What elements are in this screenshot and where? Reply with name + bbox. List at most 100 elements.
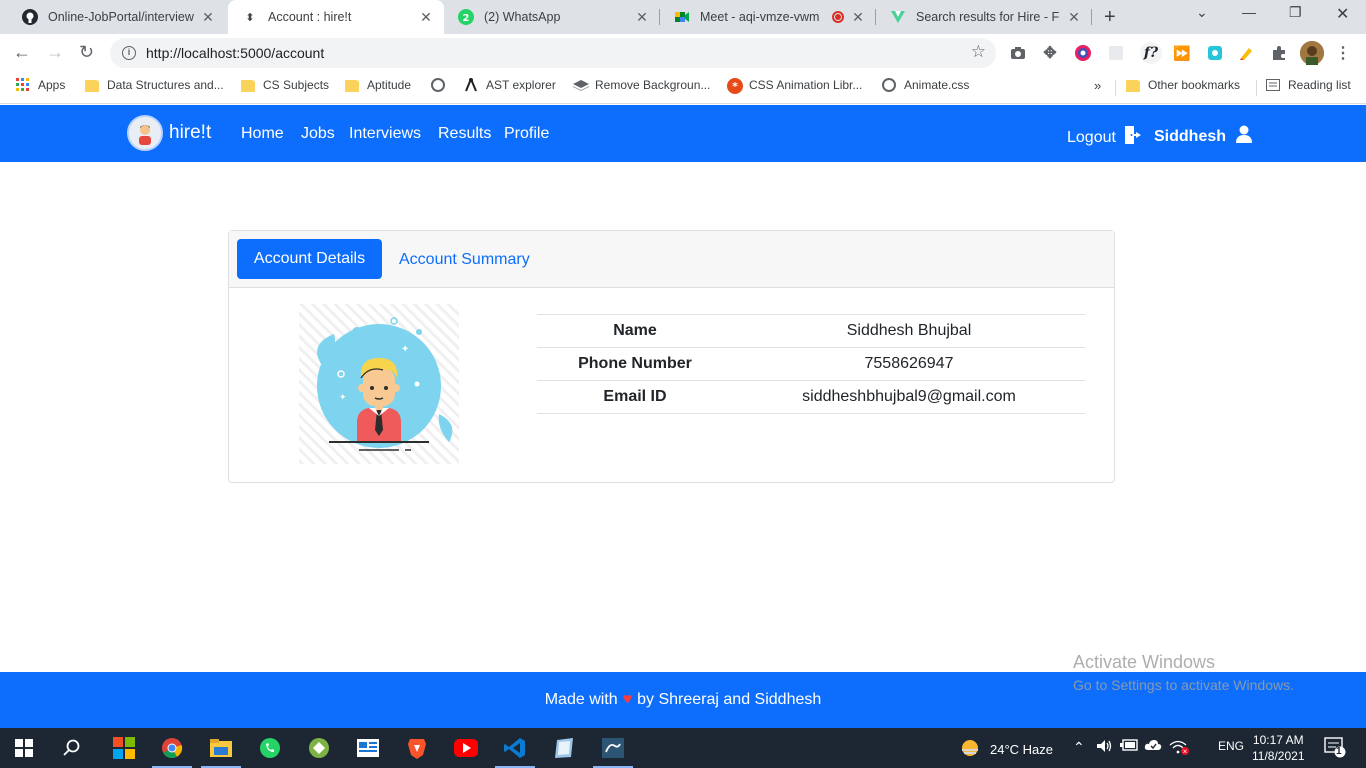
browser-tab-flaticon[interactable]: Search results for Hire - Flat ✕ [876,0,1092,34]
activate-windows-watermark: Activate Windows Go to Settings to activ… [1073,652,1294,693]
nav-home[interactable]: Home [241,125,284,143]
reading-list[interactable]: Reading list [1266,78,1351,92]
brave-icon[interactable] [405,736,429,760]
recording-icon [832,11,844,23]
nav-jobs[interactable]: Jobs [301,125,335,143]
mysql-workbench-icon[interactable] [593,736,633,768]
onedrive-icon[interactable] [1144,739,1162,754]
user-icon [1236,125,1253,148]
globe-icon [431,78,445,92]
nav-results[interactable]: Results [438,125,491,143]
browser-tab-whatsapp[interactable]: 2 (2) WhatsApp ✕ [444,0,660,34]
bookmarks-bar: Apps Data Structures and... CS Subjects … [0,72,1366,104]
chevron-up-icon[interactable]: ⌃ [1073,739,1085,756]
spreadsheet-app-icon[interactable] [307,736,331,760]
back-icon[interactable]: ← [13,42,31,63]
browser-tab-github[interactable]: Online-JobPortal/interview.h ✕ [8,0,226,34]
speaker-icon[interactable] [1096,739,1112,756]
menu-icon[interactable]: ⋮ [1334,44,1352,62]
bookmark-animate-css[interactable]: Animate.css [882,78,969,92]
address-bar[interactable]: i http://localhost:5000/account ☆ [110,38,996,68]
bookmarks-overflow[interactable]: » [1094,78,1101,93]
camera-icon[interactable] [1009,44,1027,62]
field-value: Siddhesh Bhujbal [733,314,1085,348]
screenshot-icon[interactable] [1206,44,1224,62]
reload-icon[interactable]: ↻ [79,42,94,63]
restore-button[interactable]: ❐ [1289,4,1302,21]
bookmark-css-animation[interactable]: * CSS Animation Libr... [727,78,863,94]
chrome-icon[interactable] [152,736,192,768]
colorpick-icon[interactable] [1074,44,1092,62]
footer-prefix: Made with [544,691,618,708]
move-icon[interactable]: ✥ [1041,44,1059,62]
profile-avatar[interactable] [1300,41,1324,65]
tab-account-summary[interactable]: Account Summary [399,251,530,269]
extension-icon[interactable] [1107,44,1125,62]
bookmark-globe[interactable] [431,78,453,92]
language-indicator[interactable]: ENG [1218,739,1244,753]
reading-list-icon [1266,78,1280,92]
tab-search-icon[interactable]: ⌄ [1196,4,1208,21]
notifications-icon[interactable] [1324,736,1346,761]
highlighter-icon[interactable] [1237,44,1255,62]
logout-label: Logout [1067,128,1116,146]
close-window-button[interactable]: ✕ [1336,4,1349,24]
username: Siddhesh [1154,127,1227,145]
weather-widget[interactable]: 24°C Haze [960,738,1053,761]
sun-haze-icon [960,738,980,761]
close-icon[interactable]: ✕ [634,9,650,26]
battery-icon[interactable] [1120,739,1138,754]
close-icon[interactable]: ✕ [418,9,434,26]
bookmark-ast-explorer[interactable]: AST explorer [464,78,556,92]
news-app-icon[interactable] [356,736,380,760]
office-icon[interactable] [112,736,136,760]
bookmark-remove-background[interactable]: Remove Backgroun... [573,78,710,92]
svg-text:2: 2 [463,13,470,24]
bookmark-other[interactable]: Other bookmarks [1126,78,1240,92]
bookmark-data-structures[interactable]: Data Structures and... [85,78,224,92]
browser-tab-account[interactable]: ⬍ Account : hire!t ✕ [228,0,444,34]
search-icon[interactable] [60,736,84,760]
file-explorer-icon[interactable] [201,736,241,768]
youtube-icon[interactable] [454,736,478,760]
tab-title: Online-JobPortal/interview.h [48,10,194,24]
bookmark-apps[interactable]: Apps [16,78,65,92]
wifi-disconnected-icon[interactable]: ✕ [1169,739,1189,758]
system-clock[interactable]: 10:17 AM 11/8/2021 [1252,732,1305,764]
table-row: Email ID siddheshbhujbal9@gmail.com [537,380,1085,414]
tab-account-details[interactable]: Account Details [237,239,382,279]
bookmark-label: Apps [38,78,66,92]
puzzle-icon[interactable] [1270,44,1288,62]
brand[interactable]: hire!t [127,115,211,151]
whatsapp-icon[interactable] [258,736,282,760]
minimize-button[interactable]: — [1242,4,1256,20]
fast-forward-icon[interactable]: ⏩ [1173,44,1191,62]
bookmark-label: CSS Animation Libr... [749,78,863,92]
footer-credits: by Shreeraj and Siddhesh [637,691,822,708]
user-menu[interactable]: Siddhesh [1154,125,1253,148]
browser-tab-meet[interactable]: Meet - aqi-vmze-vwm ✕ [660,0,876,34]
windows-start-icon[interactable] [12,736,36,760]
fonts-ninja-icon[interactable]: f? [1140,42,1162,64]
close-icon[interactable]: ✕ [1066,9,1082,26]
site-icon: ⬍ [245,11,255,24]
logout-link[interactable]: Logout [1067,125,1142,150]
folder-icon [85,80,99,92]
apps-grid-icon [16,78,30,92]
notepad-icon[interactable] [552,736,576,760]
bookmark-cs-subjects[interactable]: CS Subjects [241,78,329,92]
site-info-icon[interactable]: i [122,46,136,60]
ast-explorer-icon [464,78,478,92]
bookmark-aptitude[interactable]: Aptitude [345,78,411,92]
tab-title: Meet - aqi-vmze-vwm [700,10,820,24]
forward-icon[interactable]: → [46,42,64,63]
close-icon[interactable]: ✕ [850,9,866,26]
close-icon[interactable]: ✕ [200,9,216,26]
nav-profile[interactable]: Profile [504,125,549,143]
new-tab-button[interactable]: + [1104,6,1116,29]
vscode-icon[interactable] [495,736,535,768]
bookmark-star-icon[interactable]: ☆ [971,42,986,62]
whatsapp-icon: 2 [458,9,474,25]
weather-text: 24°C Haze [990,742,1054,757]
nav-interviews[interactable]: Interviews [349,125,421,143]
